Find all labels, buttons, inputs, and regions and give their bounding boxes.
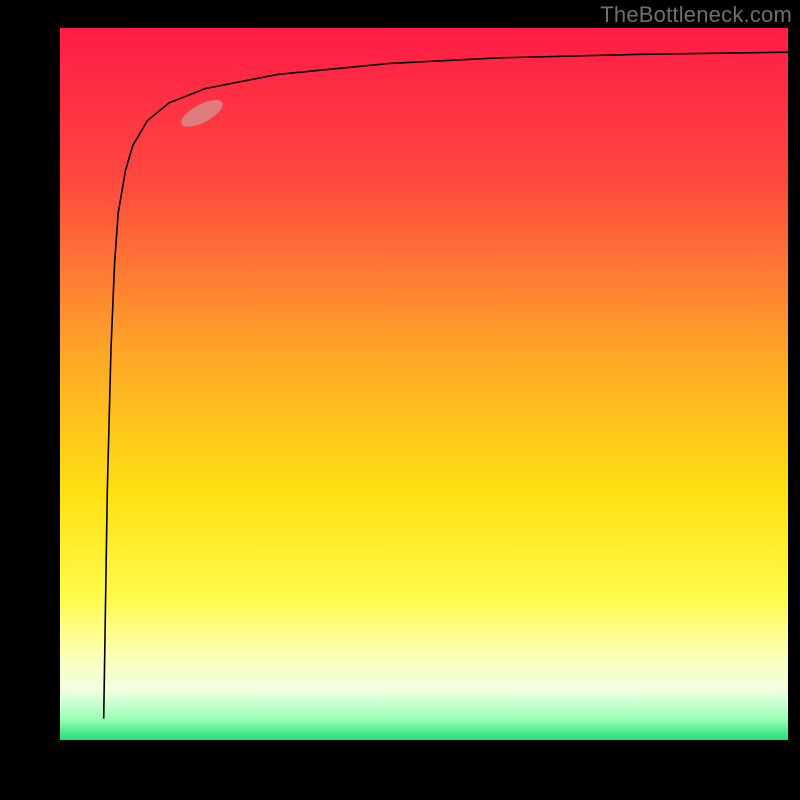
chart-stage: TheBottleneck.com (0, 0, 800, 800)
watermark-text: TheBottleneck.com (600, 2, 792, 28)
highlight-marker (177, 95, 226, 132)
curve-layer (60, 28, 788, 740)
plot-area (60, 28, 788, 740)
performance-curve (104, 52, 788, 718)
